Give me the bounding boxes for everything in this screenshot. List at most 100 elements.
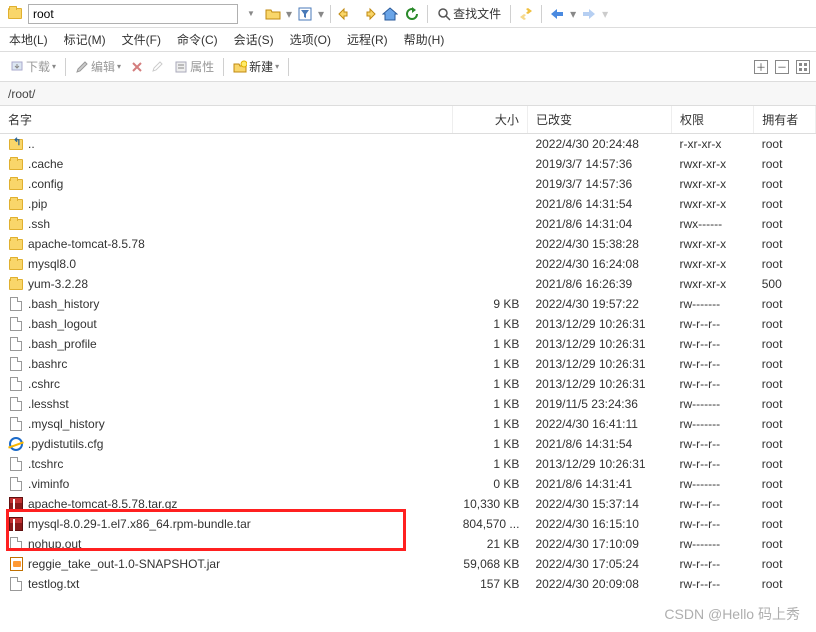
table-row[interactable]: .cshrc1 KB2013/12/29 10:26:31rw-r--r--ro… bbox=[0, 374, 816, 394]
file-perm: rwxr-xr-x bbox=[671, 194, 753, 214]
table-row[interactable]: .viminfo0 KB2021/8/6 14:31:41rw-------ro… bbox=[0, 474, 816, 494]
delete-icon[interactable] bbox=[128, 58, 146, 76]
file-perm: rw-r--r-- bbox=[671, 514, 753, 534]
file-owner: root bbox=[754, 194, 816, 214]
dropdown-icon[interactable]: ▼ bbox=[242, 5, 260, 23]
col-name[interactable]: 名字 bbox=[0, 106, 453, 134]
open-folder-icon[interactable] bbox=[264, 5, 282, 23]
table-row[interactable]: .ssh2021/8/6 14:31:04rwx------root bbox=[0, 214, 816, 234]
file-size bbox=[453, 194, 528, 214]
menu-command[interactable]: 命令(C) bbox=[174, 29, 221, 50]
file-size: 1 KB bbox=[453, 314, 528, 334]
file-perm: rw-r--r-- bbox=[671, 374, 753, 394]
table-row[interactable]: yum-3.2.282021/8/6 16:26:39rwxr-xr-x500 bbox=[0, 274, 816, 294]
table-row[interactable]: .bash_history9 KB2022/4/30 19:57:22rw---… bbox=[0, 294, 816, 314]
file-size: 0 KB bbox=[453, 474, 528, 494]
col-perm[interactable]: 权限 bbox=[671, 106, 753, 134]
file-size: 157 KB bbox=[453, 574, 528, 594]
filter-icon[interactable] bbox=[296, 5, 314, 23]
forward-icon[interactable] bbox=[359, 5, 377, 23]
find-files-button[interactable]: 查找文件 bbox=[434, 4, 504, 23]
file-perm: rw-r--r-- bbox=[671, 494, 753, 514]
rename-icon[interactable] bbox=[149, 58, 167, 76]
nav-back-icon[interactable] bbox=[548, 5, 566, 23]
menu-mark[interactable]: 标记(M) bbox=[61, 29, 109, 50]
menu-options[interactable]: 选项(O) bbox=[287, 29, 334, 50]
file-owner: root bbox=[754, 174, 816, 194]
file-name: .viminfo bbox=[28, 477, 69, 491]
table-row[interactable]: .config2019/3/7 14:57:36rwxr-xr-xroot bbox=[0, 174, 816, 194]
file-size: 1 KB bbox=[453, 414, 528, 434]
table-row[interactable]: apache-tomcat-8.5.782022/4/30 15:38:28rw… bbox=[0, 234, 816, 254]
menu-local[interactable]: 本地(L) bbox=[6, 29, 51, 50]
file-name: .bashrc bbox=[28, 357, 67, 371]
file-perm: rwxr-xr-x bbox=[671, 234, 753, 254]
file-owner: root bbox=[754, 454, 816, 474]
table-row[interactable]: ..2022/4/30 20:24:48r-xr-xr-xroot bbox=[0, 134, 816, 155]
table-row[interactable]: mysql-8.0.29-1.el7.x86_64.rpm-bundle.tar… bbox=[0, 514, 816, 534]
col-date[interactable]: 已改变 bbox=[527, 106, 671, 134]
file-name: .tcshrc bbox=[28, 457, 63, 471]
table-row[interactable]: mysql8.02022/4/30 16:24:08rwxr-xr-xroot bbox=[0, 254, 816, 274]
sync-icon[interactable] bbox=[517, 5, 535, 23]
menu-file[interactable]: 文件(F) bbox=[119, 29, 164, 50]
menu-session[interactable]: 会话(S) bbox=[231, 29, 277, 50]
download-button[interactable]: 下载 ▾ bbox=[6, 56, 60, 77]
file-perm: rw-r--r-- bbox=[671, 434, 753, 454]
table-row[interactable]: .bash_logout1 KB2013/12/29 10:26:31rw-r-… bbox=[0, 314, 816, 334]
table-row[interactable]: .bashrc1 KB2013/12/29 10:26:31rw-r--r--r… bbox=[0, 354, 816, 374]
file-size: 1 KB bbox=[453, 434, 528, 454]
file-perm: rwxr-xr-x bbox=[671, 274, 753, 294]
new-button[interactable]: 新建 ▾ bbox=[229, 56, 283, 77]
file-size bbox=[453, 274, 528, 294]
download-label: 下载 bbox=[26, 58, 50, 75]
file-date: 2021/8/6 14:31:54 bbox=[527, 434, 671, 454]
table-row[interactable]: testlog.txt157 KB2022/4/30 20:09:08rw-r-… bbox=[0, 574, 816, 594]
search-icon bbox=[437, 7, 451, 21]
table-row[interactable]: .tcshrc1 KB2013/12/29 10:26:31rw-r--r--r… bbox=[0, 454, 816, 474]
table-row[interactable]: apache-tomcat-8.5.78.tar.gz10,330 KB2022… bbox=[0, 494, 816, 514]
table-row[interactable]: .mysql_history1 KB2022/4/30 16:41:11rw--… bbox=[0, 414, 816, 434]
home-icon[interactable] bbox=[381, 5, 399, 23]
view-button[interactable] bbox=[796, 60, 810, 74]
file-perm: rwxr-xr-x bbox=[671, 154, 753, 174]
file-size bbox=[453, 234, 528, 254]
plus-button[interactable]: ＋ bbox=[754, 60, 768, 74]
file-owner: root bbox=[754, 234, 816, 254]
table-row[interactable]: .bash_profile1 KB2013/12/29 10:26:31rw-r… bbox=[0, 334, 816, 354]
menu-remote[interactable]: 远程(R) bbox=[344, 29, 391, 50]
file-name: apache-tomcat-8.5.78 bbox=[28, 237, 145, 251]
file-date: 2019/11/5 23:24:36 bbox=[527, 394, 671, 414]
file-perm: rw-r--r-- bbox=[671, 574, 753, 594]
file-perm: rw-r--r-- bbox=[671, 454, 753, 474]
table-row[interactable]: .pip2021/8/6 14:31:54rwxr-xr-xroot bbox=[0, 194, 816, 214]
table-row[interactable]: .pydistutils.cfg1 KB2021/8/6 14:31:54rw-… bbox=[0, 434, 816, 454]
path-input[interactable] bbox=[28, 4, 238, 24]
properties-button[interactable]: 属性 bbox=[170, 56, 218, 77]
refresh-icon[interactable] bbox=[403, 5, 421, 23]
file-perm: rw-r--r-- bbox=[671, 314, 753, 334]
col-owner[interactable]: 拥有者 bbox=[754, 106, 816, 134]
menu-help[interactable]: 帮助(H) bbox=[401, 29, 448, 50]
back-icon[interactable] bbox=[337, 5, 355, 23]
current-path[interactable]: /root/ bbox=[0, 82, 816, 106]
menubar: 本地(L) 标记(M) 文件(F) 命令(C) 会话(S) 选项(O) 远程(R… bbox=[0, 28, 816, 52]
file-owner: root bbox=[754, 574, 816, 594]
file-size: 1 KB bbox=[453, 354, 528, 374]
table-row[interactable]: nohup.out21 KB2022/4/30 17:10:09rw------… bbox=[0, 534, 816, 554]
file-perm: rw------- bbox=[671, 294, 753, 314]
file-name: .mysql_history bbox=[28, 417, 105, 431]
nav-fwd-icon[interactable] bbox=[580, 5, 598, 23]
col-size[interactable]: 大小 bbox=[453, 106, 528, 134]
table-row[interactable]: .lesshst1 KB2019/11/5 23:24:36rw-------r… bbox=[0, 394, 816, 414]
file-date: 2019/3/7 14:57:36 bbox=[527, 174, 671, 194]
edit-button[interactable]: 编辑 ▾ bbox=[71, 56, 125, 77]
minus-button[interactable]: － bbox=[775, 60, 789, 74]
table-row[interactable]: .cache2019/3/7 14:57:36rwxr-xr-xroot bbox=[0, 154, 816, 174]
file-date: 2022/4/30 17:05:24 bbox=[527, 554, 671, 574]
file-owner: root bbox=[754, 334, 816, 354]
file-owner: root bbox=[754, 414, 816, 434]
file-size: 10,330 KB bbox=[453, 494, 528, 514]
file-perm: rw-r--r-- bbox=[671, 554, 753, 574]
table-row[interactable]: reggie_take_out-1.0-SNAPSHOT.jar59,068 K… bbox=[0, 554, 816, 574]
